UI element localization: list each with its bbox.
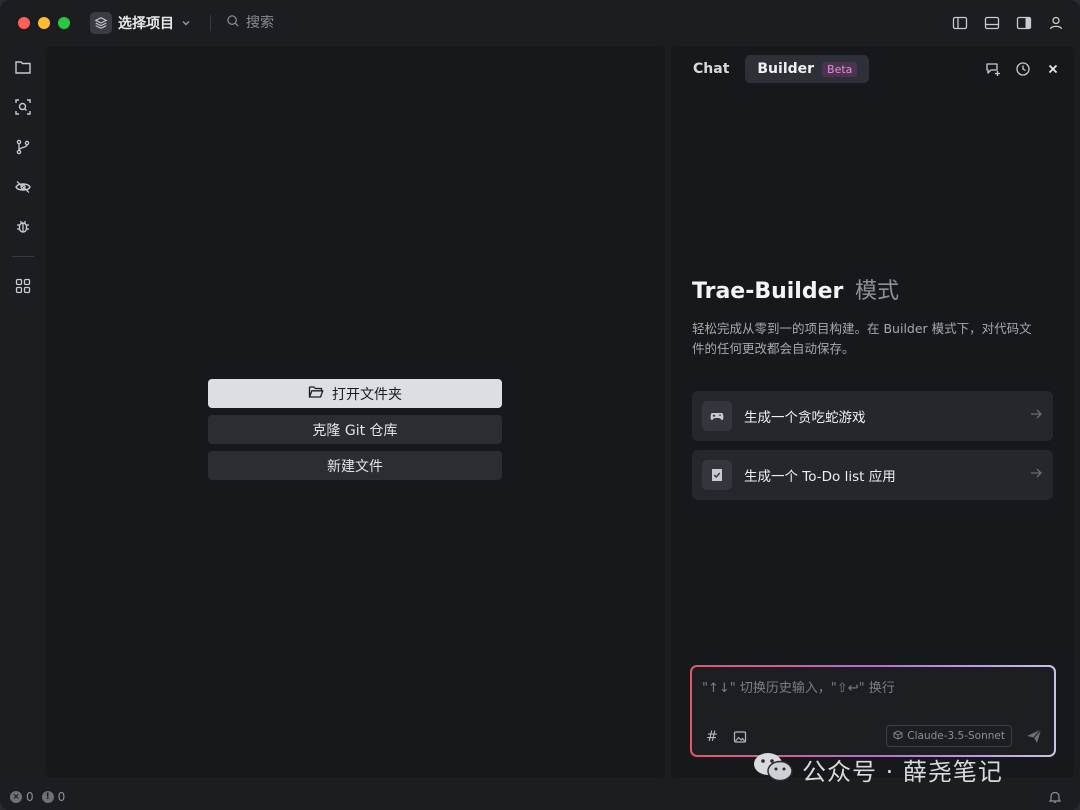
project-selector[interactable]: 选择项目 bbox=[90, 12, 192, 34]
toggle-primary-sidebar-icon[interactable] bbox=[950, 13, 970, 33]
empty-editor-actions: 打开文件夹 克隆 Git 仓库 新建文件 bbox=[208, 379, 502, 480]
activity-bar bbox=[0, 46, 46, 780]
activity-separator bbox=[12, 256, 34, 257]
search-box[interactable] bbox=[226, 13, 446, 32]
history-icon[interactable] bbox=[1014, 60, 1032, 78]
ai-panel: Chat Builder Beta Trae-Builder 模式 轻松完成从零… bbox=[671, 46, 1074, 778]
apps-grid-icon[interactable] bbox=[8, 271, 38, 301]
editor-area: 打开文件夹 克隆 Git 仓库 新建文件 bbox=[46, 46, 665, 778]
builder-description: 轻松完成从零到一的项目构建。在 Builder 模式下，对代码文件的任何更改都会… bbox=[692, 321, 1032, 356]
suggestion-todo-app[interactable]: 生成一个 To-Do list 应用 bbox=[692, 450, 1053, 500]
model-selector[interactable]: Claude-3.5-Sonnet bbox=[886, 725, 1012, 747]
toggle-panel-icon[interactable] bbox=[982, 13, 1002, 33]
hash-context-button[interactable]: # bbox=[704, 729, 720, 745]
zoom-window-button[interactable] bbox=[58, 17, 70, 29]
explorer-icon[interactable] bbox=[8, 52, 38, 82]
beta-badge: Beta bbox=[822, 61, 858, 77]
chat-input-box: # Claude-3.5-Sonnet bbox=[690, 665, 1056, 757]
extensions-eye-icon[interactable] bbox=[8, 172, 38, 202]
warning-count[interactable]: ! 0 bbox=[41, 790, 66, 804]
error-count[interactable]: × 0 bbox=[10, 790, 34, 804]
suggestion-label: 生成一个 To-Do list 应用 bbox=[744, 469, 896, 485]
watermark-text: 公众号 · 薛尧笔记 bbox=[802, 757, 1003, 786]
builder-title-mode: 模式 bbox=[855, 279, 900, 304]
tab-builder[interactable]: Builder Beta bbox=[745, 55, 870, 83]
warning-count-value: 0 bbox=[57, 790, 66, 804]
builder-title-name: Trae-Builder bbox=[692, 279, 844, 304]
input-tools: # bbox=[704, 729, 748, 745]
arrow-right-icon bbox=[1029, 407, 1043, 425]
cube-icon bbox=[893, 729, 903, 743]
tab-chat-label: Chat bbox=[693, 61, 730, 77]
suggestion-snake-game[interactable]: 生成一个贪吃蛇游戏 bbox=[692, 391, 1053, 441]
tab-builder-label: Builder bbox=[757, 61, 815, 77]
new-file-button[interactable]: 新建文件 bbox=[208, 451, 502, 480]
search-icon bbox=[226, 13, 240, 32]
new-file-label: 新建文件 bbox=[327, 458, 383, 475]
close-window-button[interactable] bbox=[18, 17, 30, 29]
error-icon: × bbox=[10, 791, 22, 803]
suggestion-label: 生成一个贪吃蛇游戏 bbox=[744, 410, 866, 426]
panel-actions bbox=[984, 60, 1062, 78]
arrow-right-icon bbox=[1029, 466, 1043, 484]
builder-title: Trae-Builder 模式 bbox=[692, 273, 899, 305]
model-label: Claude-3.5-Sonnet bbox=[907, 730, 1005, 742]
search-input[interactable] bbox=[246, 14, 446, 31]
tab-chat[interactable]: Chat bbox=[681, 55, 741, 83]
title-divider bbox=[210, 15, 211, 31]
source-control-icon[interactable] bbox=[8, 132, 38, 162]
project-label: 选择项目 bbox=[118, 16, 174, 32]
layers-icon bbox=[90, 12, 112, 34]
clone-git-label: 克隆 Git 仓库 bbox=[312, 422, 398, 439]
minimize-window-button[interactable] bbox=[38, 17, 50, 29]
panel-tabs: Chat Builder Beta bbox=[681, 55, 870, 83]
chat-input[interactable] bbox=[702, 677, 1042, 717]
account-icon[interactable] bbox=[1046, 13, 1066, 33]
clone-git-button[interactable]: 克隆 Git 仓库 bbox=[208, 415, 502, 444]
send-icon[interactable] bbox=[1024, 726, 1044, 746]
chevron-down-icon bbox=[180, 14, 192, 33]
wechat-icon bbox=[752, 750, 794, 788]
window-controls bbox=[18, 17, 70, 29]
checklist-icon bbox=[702, 460, 732, 490]
open-folder-label: 打开文件夹 bbox=[332, 386, 402, 403]
toggle-secondary-sidebar-icon[interactable] bbox=[1014, 13, 1034, 33]
image-icon[interactable] bbox=[732, 729, 748, 745]
gamepad-icon bbox=[702, 401, 732, 431]
new-chat-icon[interactable] bbox=[984, 60, 1002, 78]
close-icon[interactable] bbox=[1044, 60, 1062, 78]
debug-bug-icon[interactable] bbox=[8, 212, 38, 242]
warning-icon: ! bbox=[41, 791, 54, 803]
open-folder-button[interactable]: 打开文件夹 bbox=[208, 379, 502, 408]
app-window: 选择项目 搜索 打开文件夹 克隆 Git 仓库 新建文件 Chat Builde… bbox=[0, 0, 1080, 810]
error-count-value: 0 bbox=[26, 790, 34, 804]
watermark: 公众号 · 薛尧笔记 bbox=[752, 750, 1003, 788]
layout-controls bbox=[950, 13, 1066, 33]
bell-icon[interactable] bbox=[1048, 789, 1062, 808]
title-bar: 选择项目 bbox=[0, 0, 1080, 46]
folder-open-icon bbox=[308, 384, 324, 404]
search-scan-icon[interactable] bbox=[8, 92, 38, 122]
